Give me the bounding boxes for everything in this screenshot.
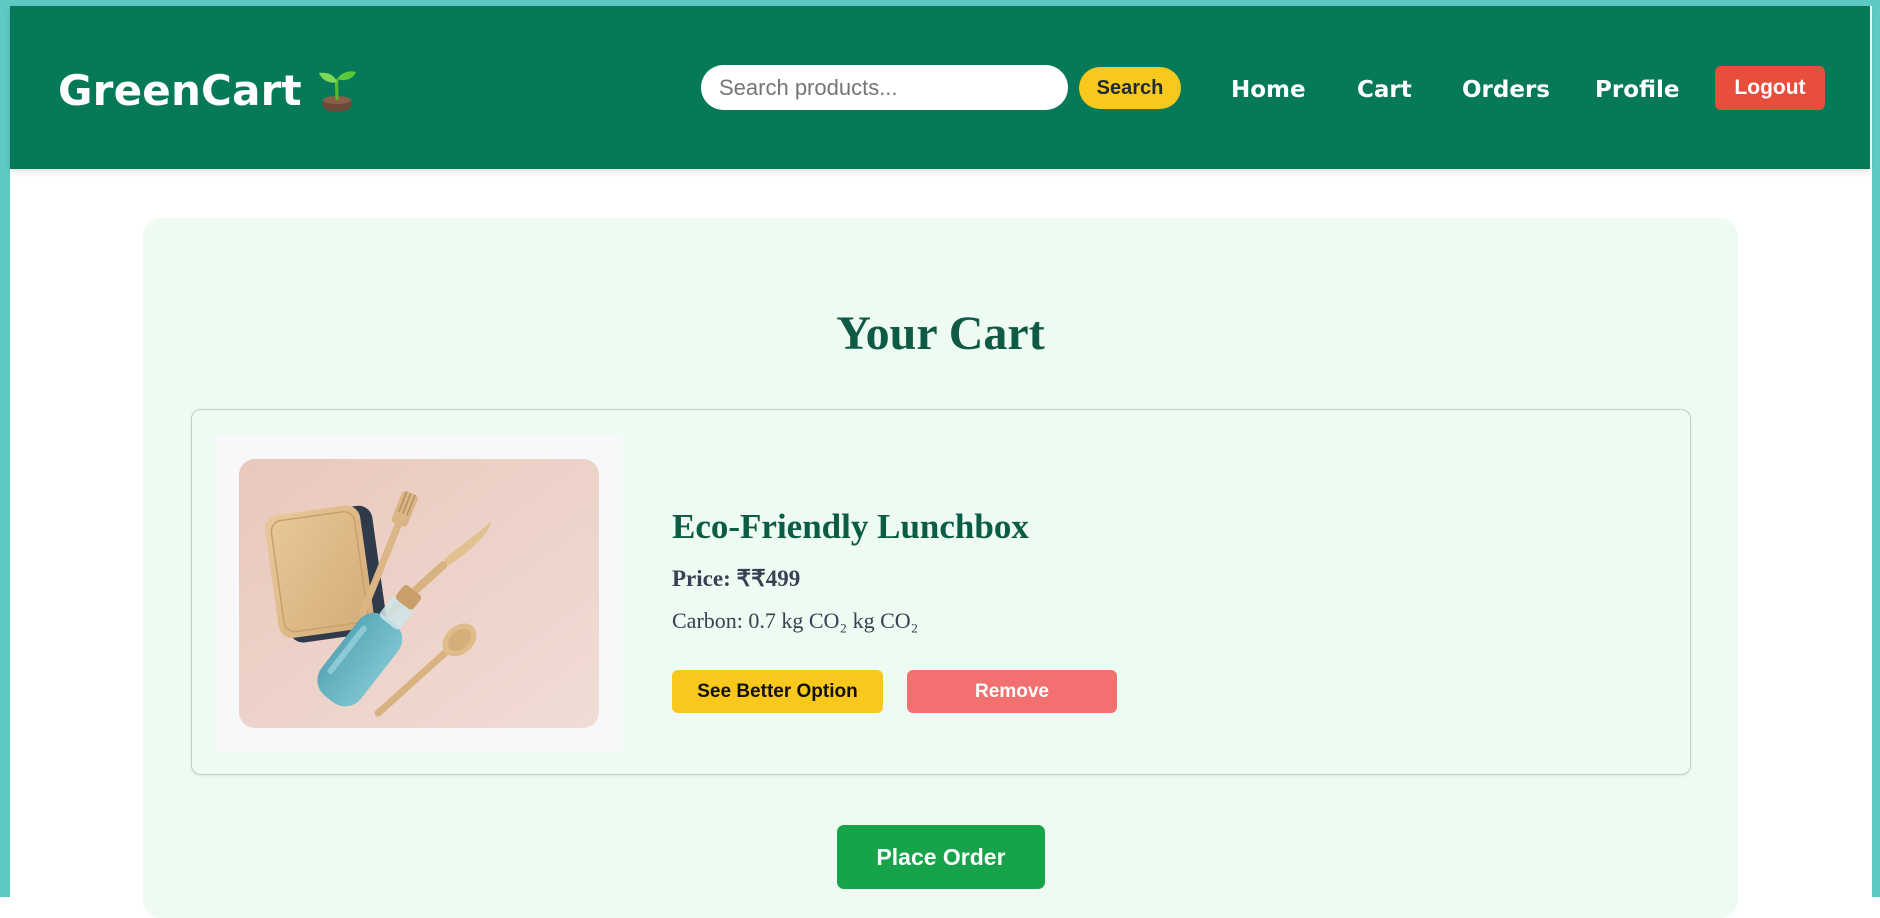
logout-button[interactable]: Logout (1715, 66, 1825, 110)
sprout-icon (316, 65, 358, 124)
cart-panel: Your Cart Eco-Friendly Lunchbox Price: ₹… (143, 218, 1738, 918)
product-name: Eco-Friendly Lunchbox (672, 507, 1029, 546)
place-order-button[interactable]: Place Order (837, 825, 1045, 889)
product-price: Price: ₹₹499 (672, 566, 801, 591)
nav-link-orders[interactable]: Orders (1462, 76, 1550, 104)
nav-link-home[interactable]: Home (1231, 76, 1306, 104)
see-better-option-button[interactable]: See Better Option (672, 670, 883, 713)
page-title: Your Cart (836, 307, 1045, 360)
left-border (0, 0, 10, 897)
search-input[interactable] (701, 65, 1068, 110)
product-image-frame (215, 435, 623, 752)
brand-logo[interactable]: GreenCart (58, 64, 358, 124)
remove-button[interactable]: Remove (907, 670, 1117, 713)
cart-item: Eco-Friendly Lunchbox Price: ₹₹499 Carbo… (191, 409, 1691, 775)
product-image (239, 459, 599, 728)
product-carbon: Carbon: 0.7 kg CO₂ kg CO₂ (672, 608, 919, 633)
product-info: Eco-Friendly Lunchbox Price: ₹₹499 Carbo… (672, 506, 1029, 633)
nav-link-profile[interactable]: Profile (1595, 76, 1680, 104)
navbar: GreenCart Search Home Cart Orders Profil… (10, 6, 1870, 169)
search-button[interactable]: Search (1079, 67, 1181, 109)
right-border (1872, 0, 1880, 897)
nav-link-cart[interactable]: Cart (1357, 76, 1412, 104)
brand-name: GreenCart (58, 66, 302, 115)
